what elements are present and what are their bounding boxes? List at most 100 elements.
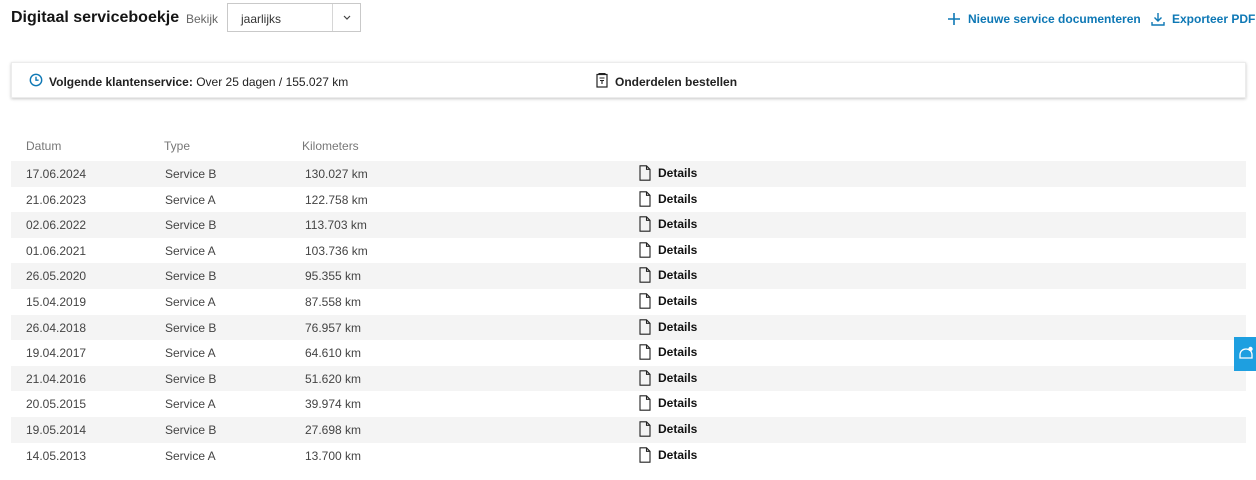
table-row: 21.06.2023 Service A 122.758 km Details — [11, 187, 1246, 213]
details-link[interactable]: Details — [639, 293, 697, 309]
table-row: 14.05.2013 Service A 13.700 km Details — [11, 443, 1246, 469]
document-icon — [639, 446, 651, 463]
plus-icon — [947, 12, 961, 26]
row-date: 19.04.2017 — [26, 346, 87, 361]
select-divider — [332, 4, 333, 31]
clock-icon — [29, 73, 43, 90]
details-link[interactable]: Details — [639, 446, 698, 463]
table-header: Datum Type Kilometers — [11, 134, 1246, 161]
column-header-kilometers: Kilometers — [302, 139, 359, 153]
row-date: 26.05.2020 — [26, 269, 87, 284]
table-row: 15.04.2019 Service A 87.558 km Details — [11, 289, 1246, 315]
row-kilometers: 130.027 km — [305, 167, 368, 181]
row-date: 19.05.2014 — [26, 422, 87, 437]
page-header: Digitaal serviceboekje Bekijk jaarlijks … — [0, 0, 1256, 40]
details-label: Details — [658, 166, 698, 180]
details-link[interactable]: Details — [639, 318, 698, 335]
table-row: 26.05.2020 Service B 95.355 km Details — [11, 263, 1246, 289]
document-icon — [639, 293, 651, 309]
row-kilometers: 87.558 km — [305, 294, 362, 309]
table-row: 26.04.2018 Service B 76.957 km Details — [11, 314, 1246, 341]
row-type: Service A — [165, 243, 216, 258]
new-service-label: Nieuwe service documenteren — [968, 12, 1141, 26]
document-icon — [639, 216, 651, 232]
row-date: 14.05.2013 — [26, 448, 87, 463]
table-row: 19.04.2017 Service A 64.610 km Details — [11, 340, 1246, 366]
document-icon — [639, 267, 651, 284]
view-select[interactable]: jaarlijks — [227, 3, 361, 32]
details-link[interactable]: Details — [639, 370, 697, 386]
details-label: Details — [658, 345, 698, 360]
details-link[interactable]: Details — [639, 344, 697, 360]
row-type: Service B — [165, 422, 217, 437]
row-type: Service A — [165, 448, 216, 463]
details-link[interactable]: Details — [639, 242, 697, 258]
document-icon — [639, 190, 651, 207]
document-icon — [639, 318, 651, 335]
chat-side-tab[interactable] — [1234, 337, 1256, 371]
new-service-button[interactable]: Nieuwe service documenteren — [947, 10, 1141, 28]
page-title: Digitaal serviceboekje — [11, 9, 180, 26]
document-icon — [639, 242, 651, 258]
row-kilometers: 122.758 km — [305, 192, 368, 207]
row-date: 01.06.2021 — [26, 243, 87, 258]
table-row: 21.04.2016 Service B 51.620 km Details — [11, 365, 1246, 392]
details-label: Details — [658, 242, 698, 257]
row-date: 17.06.2024 — [26, 167, 87, 181]
table-row: 02.06.2022 Service B 113.703 km Details — [11, 212, 1246, 238]
details-label: Details — [658, 217, 698, 232]
parts-icon — [596, 72, 608, 91]
row-date: 15.04.2019 — [26, 294, 87, 309]
service-history-table: Datum Type Kilometers 17.06.2024 Service … — [11, 134, 1246, 468]
export-pdf-label: Exporteer PDF — [1172, 12, 1256, 26]
row-date: 20.05.2015 — [26, 397, 87, 412]
row-type: Service B — [165, 218, 217, 233]
next-service-label: Volgende klantenservice: — [49, 74, 193, 89]
document-icon — [639, 395, 651, 412]
document-icon — [639, 344, 651, 360]
details-link[interactable]: Details — [639, 190, 697, 207]
download-icon — [1151, 12, 1165, 26]
table-row: 19.05.2014 Service B 27.698 km Details — [11, 416, 1246, 443]
document-icon — [639, 370, 651, 386]
details-link[interactable]: Details — [639, 216, 697, 232]
row-kilometers: 27.698 km — [305, 422, 362, 437]
details-label: Details — [658, 293, 698, 308]
table-body: 17.06.2024 Service B 130.027 km Details 21.0… — [11, 161, 1246, 468]
next-service-info: Volgende klantenservice: Over 25 dagen /… — [29, 73, 348, 90]
details-link[interactable]: Details — [639, 267, 697, 284]
document-icon — [639, 165, 651, 181]
row-date: 21.04.2016 — [26, 371, 87, 386]
details-label: Details — [658, 447, 698, 462]
details-label: Details — [658, 421, 698, 436]
order-parts-link[interactable]: Onderdelen bestellen — [596, 72, 738, 91]
table-row: 17.06.2024 Service B 130.027 km Details — [11, 161, 1246, 187]
details-link[interactable]: Details — [639, 421, 697, 437]
row-date: 26.04.2018 — [26, 320, 87, 335]
row-type: Service B — [165, 371, 217, 386]
table-row: 20.05.2015 Service A 39.974 km Details — [11, 391, 1246, 417]
row-kilometers: 95.355 km — [305, 269, 362, 284]
row-type: Service A — [165, 346, 216, 361]
details-label: Details — [658, 396, 698, 411]
row-kilometers: 13.700 km — [305, 448, 362, 463]
details-link[interactable]: Details — [639, 165, 697, 181]
row-kilometers: 39.974 km — [305, 397, 362, 412]
row-kilometers: 51.620 km — [305, 371, 362, 386]
row-type: Service A — [165, 192, 216, 207]
view-label: Bekijk — [186, 12, 219, 26]
chevron-down-icon[interactable] — [337, 11, 357, 25]
row-kilometers: 76.957 km — [305, 320, 362, 335]
column-header-type: Type — [164, 139, 191, 153]
details-link[interactable]: Details — [639, 395, 698, 412]
view-select-value: jaarlijks — [241, 12, 282, 26]
export-pdf-button[interactable]: Exporteer PDF — [1151, 10, 1255, 28]
details-label: Details — [658, 319, 698, 334]
row-kilometers: 64.610 km — [305, 346, 362, 361]
row-kilometers: 103.736 km — [305, 243, 368, 258]
row-type: Service A — [165, 397, 216, 412]
document-icon — [639, 421, 651, 437]
table-row: 01.06.2021 Service A 103.736 km Details — [11, 238, 1246, 264]
row-date: 21.06.2023 — [26, 192, 87, 207]
order-parts-label: Onderdelen bestellen — [615, 75, 738, 89]
